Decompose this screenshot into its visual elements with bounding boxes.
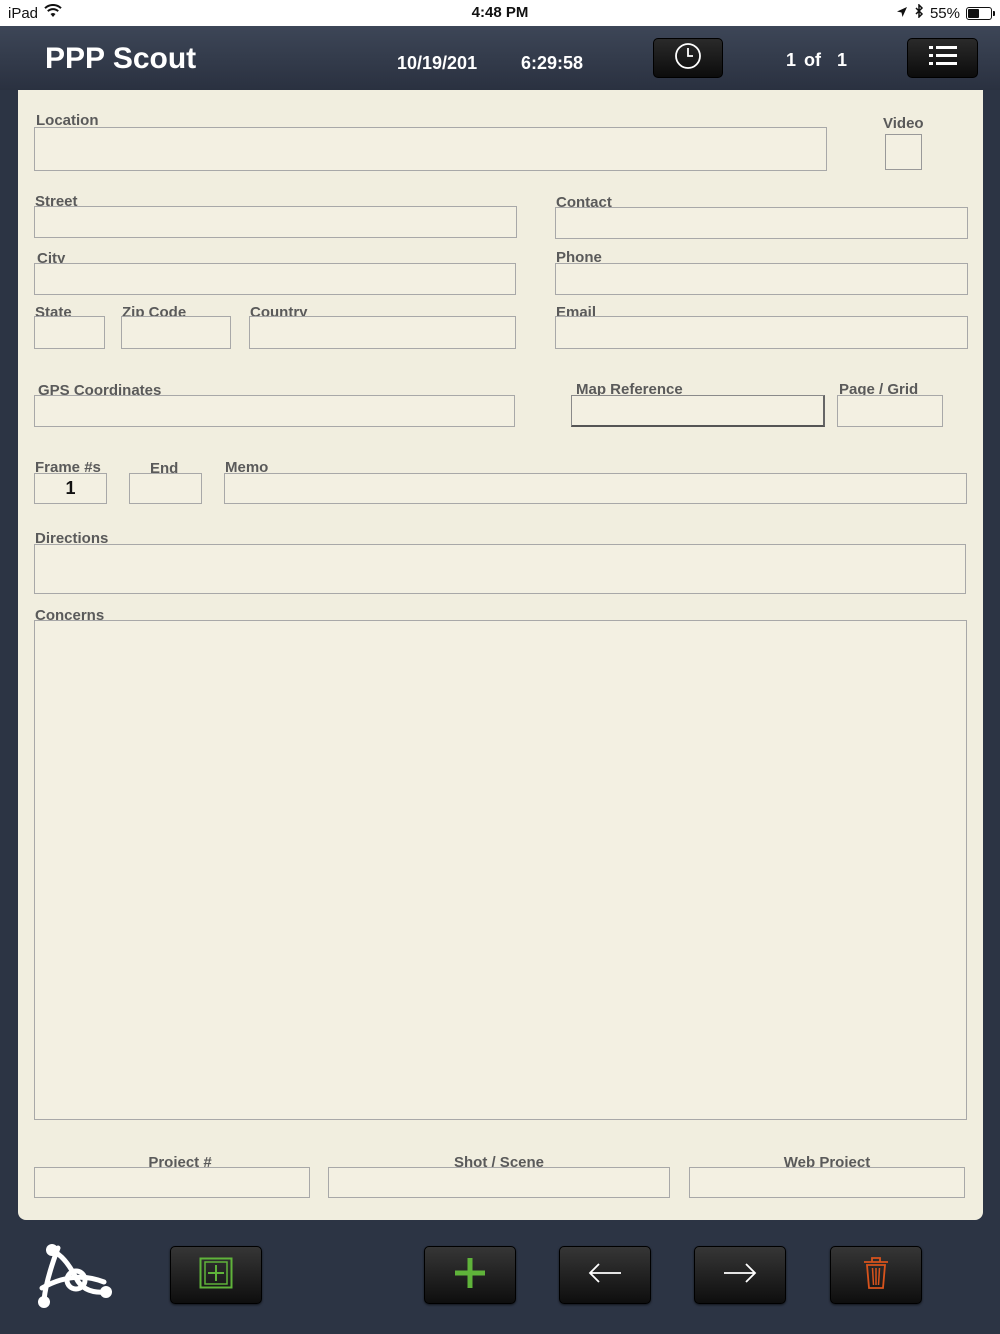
project-field[interactable] [34, 1167, 310, 1198]
record-current: 1 [786, 50, 797, 70]
web-project-field[interactable] [689, 1167, 965, 1198]
arrow-left-icon [588, 1262, 622, 1289]
add-icon [453, 1256, 487, 1295]
app-header: PPP Scout 10/19/201 6:29:58 1 of 1 [0, 26, 1000, 90]
new-frame-icon [199, 1257, 233, 1294]
trash-icon [863, 1256, 889, 1295]
frame-field[interactable]: 1 [34, 473, 107, 504]
gps-field[interactable] [34, 395, 515, 427]
memo-field[interactable] [224, 473, 967, 504]
header-date: 10/19/201 [397, 53, 478, 73]
state-field[interactable] [34, 316, 105, 349]
app-title: PPP Scout [45, 42, 197, 75]
country-field[interactable] [249, 316, 516, 349]
status-bar: iPad 4:48 PM 55% [0, 0, 1000, 26]
battery-percent: 55% [929, 4, 960, 22]
delete-record-button[interactable] [830, 1246, 922, 1304]
city-field[interactable] [34, 263, 516, 295]
phone-field[interactable] [555, 263, 968, 295]
concerns-field[interactable] [34, 620, 967, 1120]
scout-form: Location Video Street Contact City Phone… [18, 90, 983, 1220]
map-reference-field[interactable] [571, 395, 825, 427]
list-menu-icon [928, 44, 957, 73]
status-right: 55% [896, 3, 995, 22]
arrow-right-icon [723, 1262, 757, 1289]
email-field[interactable] [555, 316, 968, 349]
add-record-button[interactable] [424, 1246, 516, 1304]
header-time: 6:29:58 [521, 53, 584, 73]
directions-field[interactable] [34, 544, 966, 594]
status-time: 4:48 PM [471, 4, 529, 21]
clock-icon [674, 42, 702, 75]
bottom-toolbar [0, 1222, 1000, 1334]
record-counter: 1 of 1 [786, 50, 847, 71]
location-field[interactable] [34, 127, 827, 171]
bluetooth-icon [914, 3, 924, 22]
clock-button[interactable] [653, 38, 723, 78]
end-field[interactable] [129, 473, 202, 504]
street-field[interactable] [34, 206, 517, 238]
next-record-button[interactable] [694, 1246, 786, 1304]
record-of: of [804, 50, 822, 70]
app-logo-icon[interactable] [36, 1240, 116, 1314]
zip-field[interactable] [121, 316, 231, 349]
previous-record-button[interactable] [559, 1246, 651, 1304]
video-label: Video [883, 115, 924, 132]
shot-scene-field[interactable] [328, 1167, 670, 1198]
contact-field[interactable] [555, 207, 968, 239]
record-total: 1 [837, 50, 848, 70]
video-checkbox[interactable] [885, 134, 922, 170]
location-arrow-icon [896, 5, 908, 22]
new-frame-button[interactable] [170, 1246, 262, 1304]
page-grid-field[interactable] [837, 395, 943, 427]
menu-button[interactable] [907, 38, 978, 78]
battery-fill [968, 8, 979, 18]
battery-icon [966, 6, 995, 20]
